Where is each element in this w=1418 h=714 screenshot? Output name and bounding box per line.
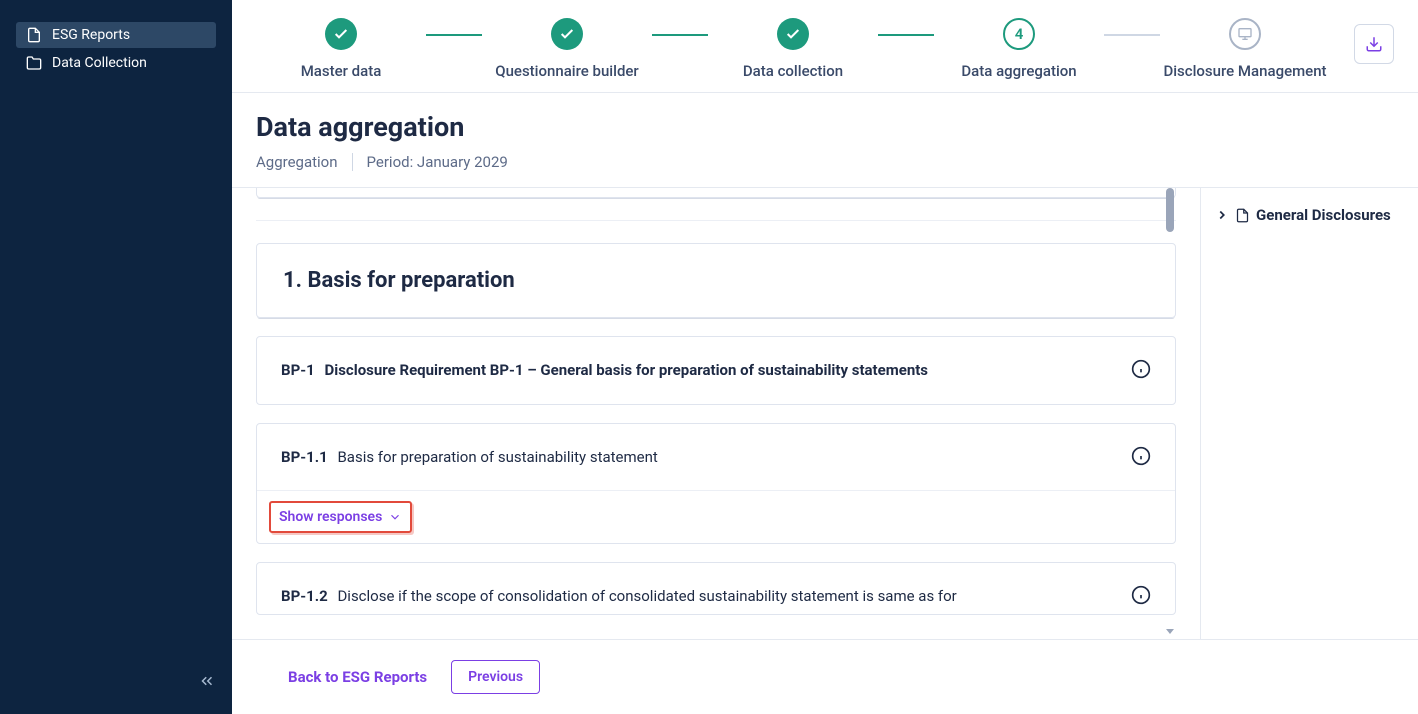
breadcrumb: Aggregation	[256, 153, 338, 171]
sidebar: ESG Reports Data Collection	[0, 0, 232, 714]
info-icon[interactable]	[1131, 359, 1151, 379]
requirement-card-bp-1-1: BP-1.1 Basis for preparation of sustaina…	[256, 423, 1176, 545]
side-item-general-disclosures[interactable]: General Disclosures	[1215, 206, 1404, 224]
step-connector	[426, 34, 482, 36]
sidebar-item-label: Data Collection	[52, 55, 147, 71]
file-icon	[26, 27, 42, 43]
section-title: 1. Basis for preparation	[283, 268, 1149, 293]
sidebar-item-data-collection[interactable]: Data Collection	[16, 50, 216, 76]
step-questionnaire-builder[interactable]: Questionnaire builder	[482, 18, 652, 80]
presentation-icon	[1237, 26, 1253, 42]
requirement-code: BP-1.1	[281, 448, 328, 466]
step-circle	[551, 18, 583, 50]
requirement-card-bp-1-2: BP-1.2 Disclose if the scope of consolid…	[256, 562, 1176, 615]
requirement-title: BP-1 Disclosure Requirement BP-1 – Gener…	[281, 359, 928, 382]
content-main: 1. Basis for preparation BP-1 Disclosure…	[232, 188, 1200, 639]
footer: Back to ESG Reports Previous	[232, 639, 1418, 714]
info-icon[interactable]	[1131, 446, 1151, 466]
requirement-code: BP-1.2	[281, 587, 328, 605]
chevrons-left-icon	[198, 672, 216, 690]
folder-icon	[26, 55, 42, 71]
period-label: Period: January 2029	[367, 153, 508, 171]
page-meta: Aggregation Period: January 2029	[256, 153, 1394, 171]
check-icon	[559, 26, 575, 42]
requirement-card-bp-1: BP-1 Disclosure Requirement BP-1 – Gener…	[256, 336, 1176, 405]
scrollbar-down-arrow[interactable]	[1166, 629, 1174, 637]
show-responses-label: Show responses	[279, 509, 382, 525]
sidebar-collapse-button[interactable]	[198, 672, 216, 694]
requirement-title: BP-1.2 Disclose if the scope of consolid…	[281, 585, 957, 608]
main: Master data Questionnaire builder Data c…	[232, 0, 1418, 714]
step-data-aggregation[interactable]: 4 Data aggregation	[934, 18, 1104, 80]
sidebar-item-esg-reports[interactable]: ESG Reports	[16, 22, 216, 48]
requirement-code: BP-1	[281, 361, 315, 379]
stepper: Master data Questionnaire builder Data c…	[256, 18, 1330, 80]
check-icon	[333, 26, 349, 42]
step-label: Data collection	[743, 62, 843, 80]
step-disclosure-management[interactable]: Disclosure Management	[1160, 18, 1330, 80]
step-label: Disclosure Management	[1163, 62, 1326, 80]
requirement-text: Disclose if the scope of consolidation o…	[337, 587, 956, 605]
stepper-row: Master data Questionnaire builder Data c…	[232, 0, 1418, 93]
step-data-collection[interactable]: Data collection	[708, 18, 878, 80]
side-item-label: General Disclosures	[1256, 206, 1391, 224]
step-label: Master data	[301, 62, 382, 80]
requirement-text: Disclosure Requirement BP-1 – General ba…	[325, 361, 929, 379]
content-side-panel: General Disclosures	[1200, 188, 1418, 639]
step-label: Questionnaire builder	[495, 62, 639, 80]
requirement-footer: Show responses	[257, 490, 1175, 543]
download-icon	[1365, 35, 1383, 53]
info-icon[interactable]	[1131, 585, 1151, 605]
previous-card-edge	[256, 188, 1176, 198]
page-header: Data aggregation Aggregation Period: Jan…	[232, 93, 1418, 188]
page-title: Data aggregation	[256, 111, 1394, 143]
previous-button[interactable]: Previous	[451, 660, 540, 694]
file-icon	[1235, 208, 1250, 223]
step-connector	[652, 34, 708, 36]
meta-separator	[352, 153, 353, 171]
sidebar-item-label: ESG Reports	[52, 27, 130, 43]
step-circle	[1229, 18, 1261, 50]
step-connector	[878, 34, 934, 36]
download-button[interactable]	[1354, 24, 1394, 64]
section-card: 1. Basis for preparation	[256, 243, 1176, 318]
step-connector	[1104, 34, 1160, 36]
divider	[256, 220, 1176, 221]
content-wrap: 1. Basis for preparation BP-1 Disclosure…	[232, 188, 1418, 639]
step-circle	[325, 18, 357, 50]
requirement-title: BP-1.1 Basis for preparation of sustaina…	[281, 446, 658, 469]
scrollbar-thumb[interactable]	[1166, 188, 1174, 232]
requirement-text: Basis for preparation of sustainability …	[337, 448, 657, 466]
step-circle: 4	[1003, 18, 1035, 50]
back-to-reports-link[interactable]: Back to ESG Reports	[288, 668, 427, 686]
chevron-right-icon	[1215, 208, 1229, 222]
chevron-down-icon	[388, 510, 402, 524]
step-circle	[777, 18, 809, 50]
check-icon	[785, 26, 801, 42]
step-master-data[interactable]: Master data	[256, 18, 426, 80]
show-responses-button[interactable]: Show responses	[269, 501, 412, 533]
step-label: Data aggregation	[961, 62, 1076, 80]
